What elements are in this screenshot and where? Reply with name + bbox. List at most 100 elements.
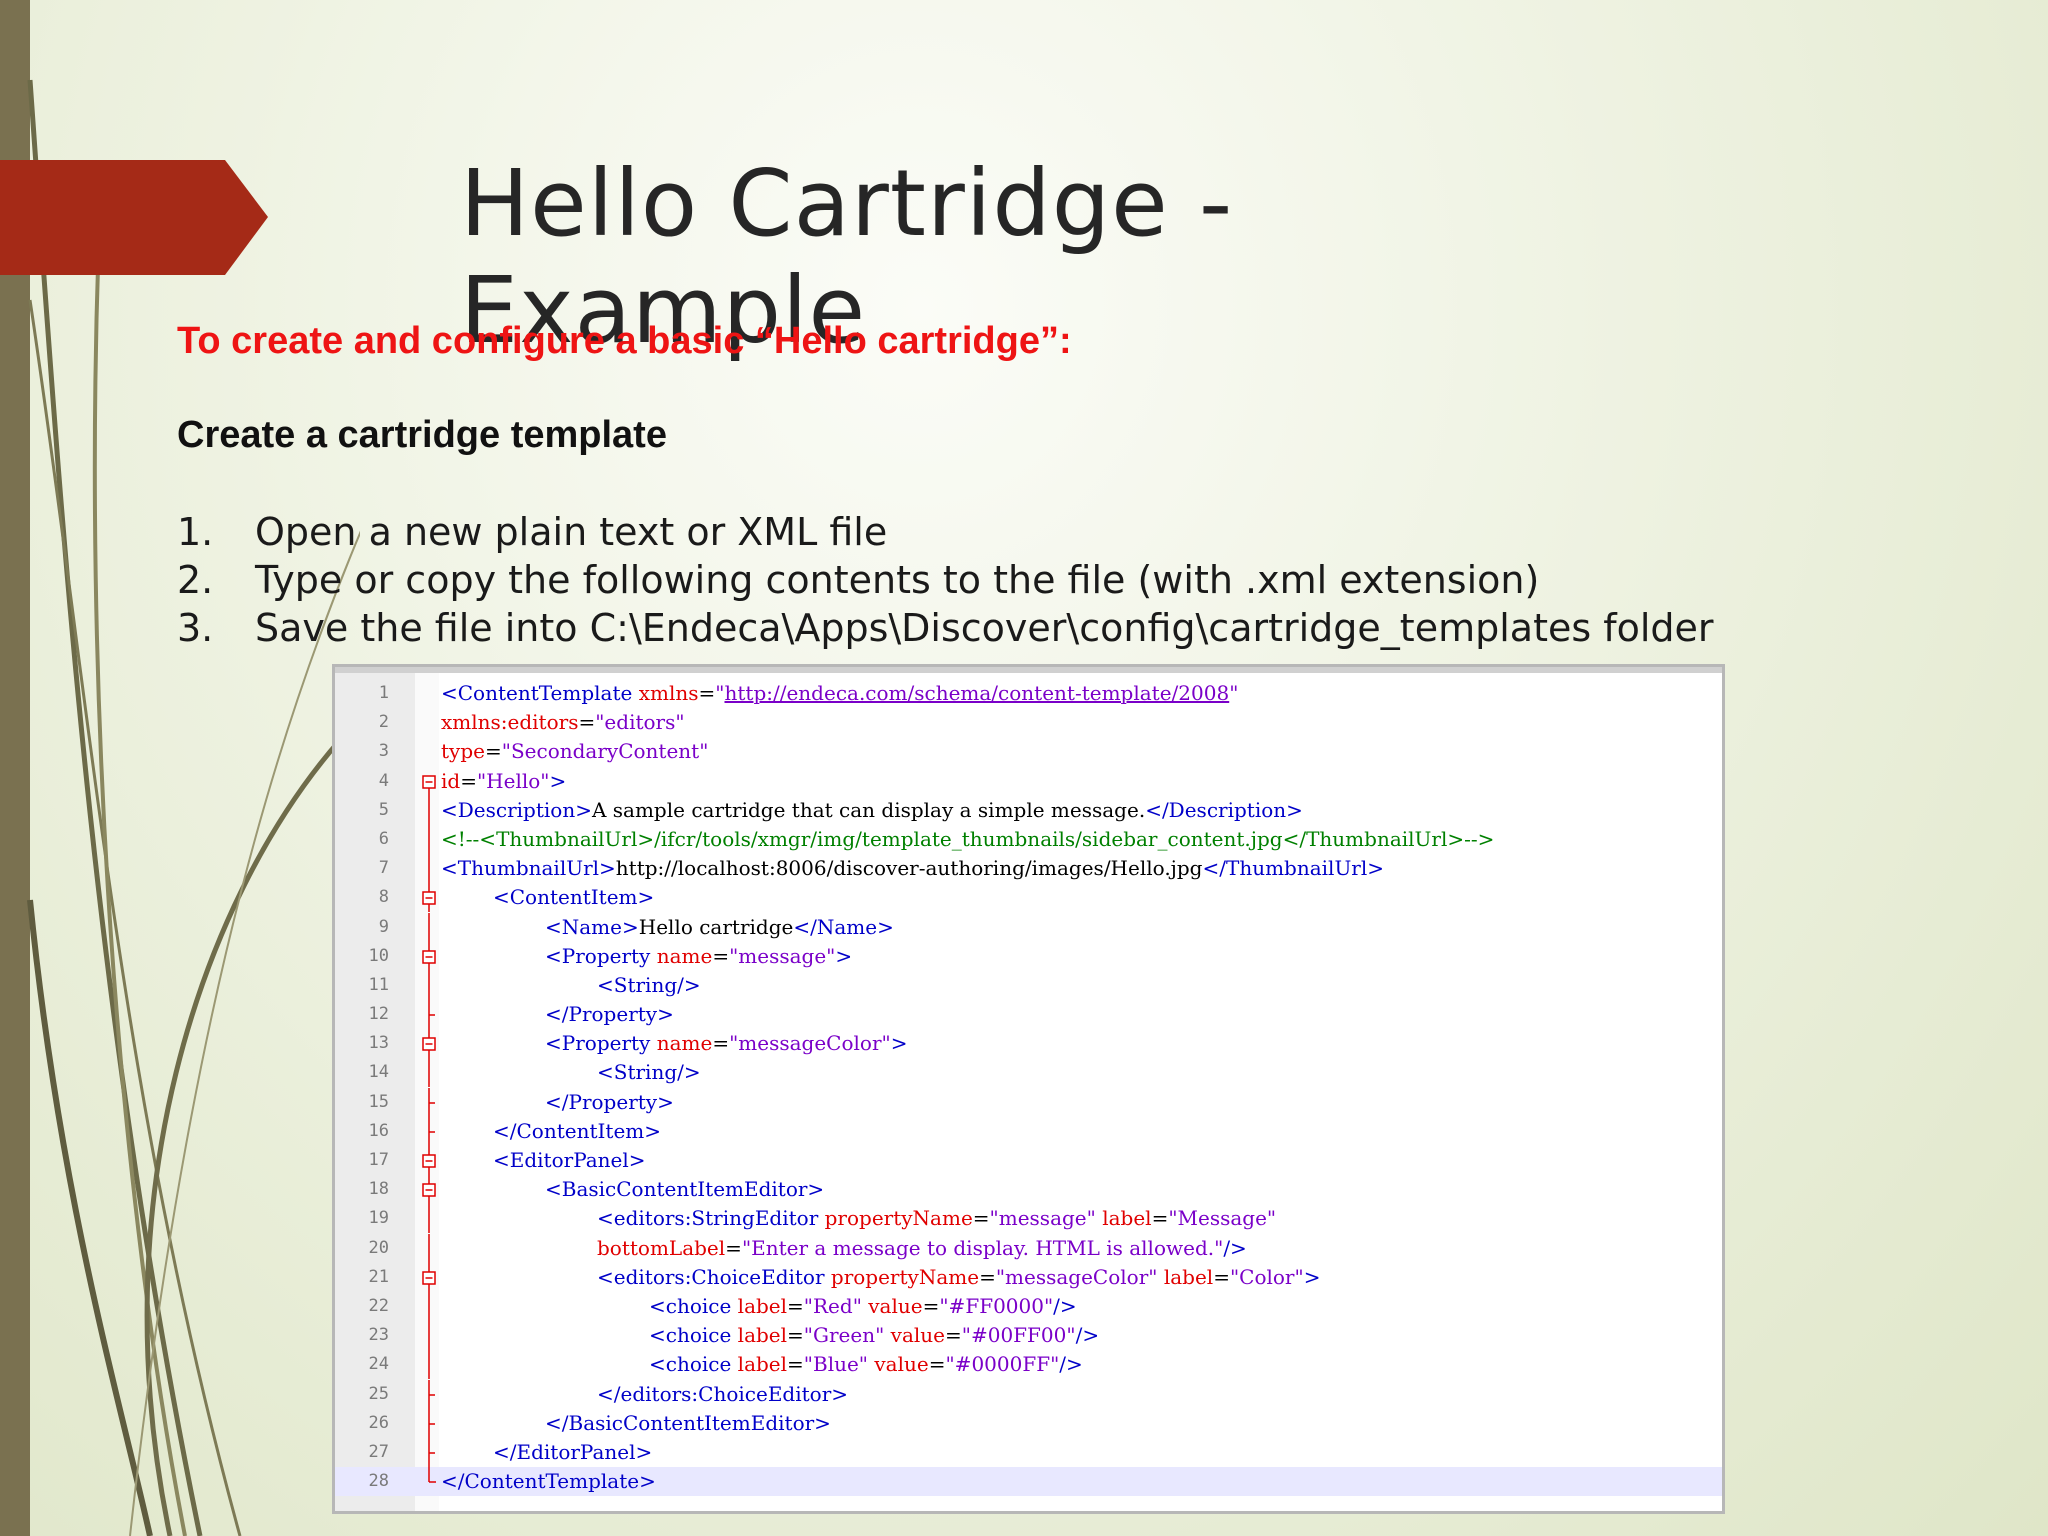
line-number: 16: [368, 1120, 389, 1141]
code-text: <Description>A sample cartridge that can…: [441, 796, 1303, 825]
fold-end-marker: [428, 1408, 435, 1438]
code-token-plain: =: [578, 710, 596, 735]
code-token-attr: label: [737, 1352, 788, 1377]
code-token-cmt: <!--<ThumbnailUrl>/ifcr/tools/xmgr/img/t…: [441, 826, 1495, 851]
code-token-plain: =: [725, 1235, 742, 1260]
line-number: 18: [368, 1179, 389, 1200]
code-token-val: "message": [729, 943, 836, 968]
code-token-val: "messageColor": [729, 1031, 891, 1056]
code-line: 5 <Description>A sample cartridge that ca…: [335, 795, 1722, 825]
code-line: 15 </Property>: [335, 1087, 1722, 1117]
code-token-tag: <BasicContentItemEditor>: [545, 1177, 825, 1202]
code-text: <ThumbnailUrl>http://localhost:8006/disc…: [441, 854, 1384, 883]
fold-line-marker: [428, 854, 430, 884]
code-text: <editors:StringEditor propertyName="mess…: [597, 1204, 1276, 1233]
code-text: <choice label="Green" value="#00FF00"/>: [649, 1321, 1099, 1350]
fold-collapse-icon[interactable]: [420, 1262, 438, 1292]
code-line: 19 <editors:StringEditor propertyName="me…: [335, 1204, 1722, 1234]
code-token-val: "#0000FF": [945, 1352, 1060, 1377]
code-token-plain: Hello cartridge: [638, 914, 794, 939]
code-text: bottomLabel="Enter a message to display.…: [597, 1234, 1247, 1263]
code-token-attr: label: [1102, 1206, 1152, 1231]
line-number: 20: [368, 1237, 389, 1258]
fold-collapse-icon[interactable]: [420, 1175, 438, 1205]
fold-end-marker: [428, 1087, 435, 1117]
code-line: 18 <BasicContentItemEditor>: [335, 1175, 1722, 1205]
code-token-url: http://endeca.com/schema/content-templat…: [724, 681, 1230, 705]
code-text: <ContentTemplate xmlns= "http://endeca.co…: [441, 679, 1238, 708]
code-token-plain: =: [945, 1323, 962, 1348]
fold-empty: [420, 708, 438, 737]
line-number: 15: [368, 1091, 389, 1112]
fold-collapse-icon[interactable]: [420, 883, 438, 913]
code-token-plain: A sample cartridge that can display a si…: [591, 797, 1146, 822]
code-token-tag: <String/>: [597, 972, 701, 997]
code-token-plain: =: [787, 1323, 804, 1348]
code-text: <Property name="messageColor">: [545, 1029, 908, 1058]
line-number: 23: [368, 1325, 389, 1346]
code-line: 23 <choice label="Green" value="#00FF00"/…: [335, 1321, 1722, 1351]
code-text: xmlns:editors="editors": [441, 708, 685, 737]
fold-end-marker: [428, 1467, 436, 1483]
line-number: 4: [378, 770, 389, 791]
line-number: 14: [368, 1062, 389, 1083]
fold-line-marker: [428, 1233, 430, 1263]
code-text: </EditorPanel>: [493, 1438, 652, 1467]
code-token-attr: label: [737, 1323, 788, 1348]
line-number: 11: [368, 974, 389, 995]
code-text: <editors:ChoiceEditor propertyName="mess…: [597, 1263, 1320, 1292]
code-token-tag: <choice: [649, 1293, 738, 1318]
code-token-tag: </ContentTemplate>: [441, 1469, 656, 1494]
code-text: <!--<ThumbnailUrl>/ifcr/tools/xmgr/img/t…: [441, 825, 1494, 854]
code-token-val: "Message": [1168, 1206, 1277, 1231]
fold-collapse-icon[interactable]: [420, 1146, 438, 1175]
code-token-plain: =: [484, 739, 502, 764]
line-number: 19: [368, 1208, 389, 1229]
line-number: 21: [368, 1266, 389, 1287]
code-token-attr: bottomLabel: [597, 1235, 726, 1260]
code-line: 13 <Property name="messageColor">: [335, 1029, 1722, 1059]
line-number: 6: [378, 828, 389, 849]
line-number: 8: [378, 887, 389, 908]
code-token-tag: <Description>: [441, 797, 592, 822]
code-token-val: "#FF0000": [939, 1293, 1054, 1318]
code-line: 10 <Property name="message">: [335, 941, 1722, 971]
code-token-val: "Red": [803, 1293, 869, 1318]
code-line: 25 </editors:ChoiceEditor>: [335, 1379, 1722, 1409]
step-number: 2.: [177, 558, 214, 602]
step-text: Open a new plain text or XML file: [255, 510, 888, 554]
code-text: <EditorPanel>: [493, 1146, 646, 1175]
code-token-tag: </Property>: [545, 1089, 674, 1114]
code-editor-screenshot: 1 <ContentTemplate xmlns="http://endeca.c…: [332, 664, 1725, 1514]
code-line: 3 type="SecondaryContent": [335, 737, 1722, 766]
code-text: <choice label="Red" value="#FF0000"/>: [649, 1292, 1077, 1321]
line-number: 26: [368, 1412, 389, 1433]
fold-collapse-icon[interactable]: [420, 1029, 438, 1059]
step-text: Type or copy the following contents to t…: [255, 558, 1540, 602]
code-line: 9 <Name>Hello cartridge</Name>: [335, 912, 1722, 942]
code-token-plain: =: [787, 1352, 804, 1377]
fold-collapse-icon[interactable]: [420, 767, 438, 796]
line-number: 5: [378, 799, 389, 820]
code-token-tag: >: [835, 943, 853, 968]
code-line: 17 <EditorPanel>: [335, 1146, 1722, 1175]
code-token-attr: name: [656, 943, 713, 968]
fold-collapse-icon[interactable]: [420, 941, 438, 971]
code-token-plain: =: [712, 943, 730, 968]
code-token-plain: =: [922, 1293, 940, 1318]
fold-empty: [420, 737, 438, 766]
code-token-attr: label: [737, 1293, 788, 1318]
code-line: 27 </EditorPanel>: [335, 1437, 1722, 1467]
code-text: <ContentItem>: [493, 883, 654, 912]
code-token-tag: >: [890, 1031, 908, 1056]
code-token-tag: </ThumbnailUrl>: [1202, 856, 1385, 881]
fold-end-marker: [428, 1116, 435, 1146]
code-token-tag: </EditorPanel>: [493, 1439, 653, 1464]
code-token-val: "message": [989, 1206, 1103, 1231]
code-token-val: "Enter a message to display. HTML is all…: [741, 1235, 1224, 1260]
code-line: 24 <choice label="Blue" value="#0000FF"/>: [335, 1350, 1722, 1380]
fold-end-marker: [428, 1000, 435, 1030]
code-token-plain: =: [460, 768, 477, 793]
code-token-plain: =: [698, 681, 716, 705]
line-number: 28: [368, 1471, 389, 1492]
